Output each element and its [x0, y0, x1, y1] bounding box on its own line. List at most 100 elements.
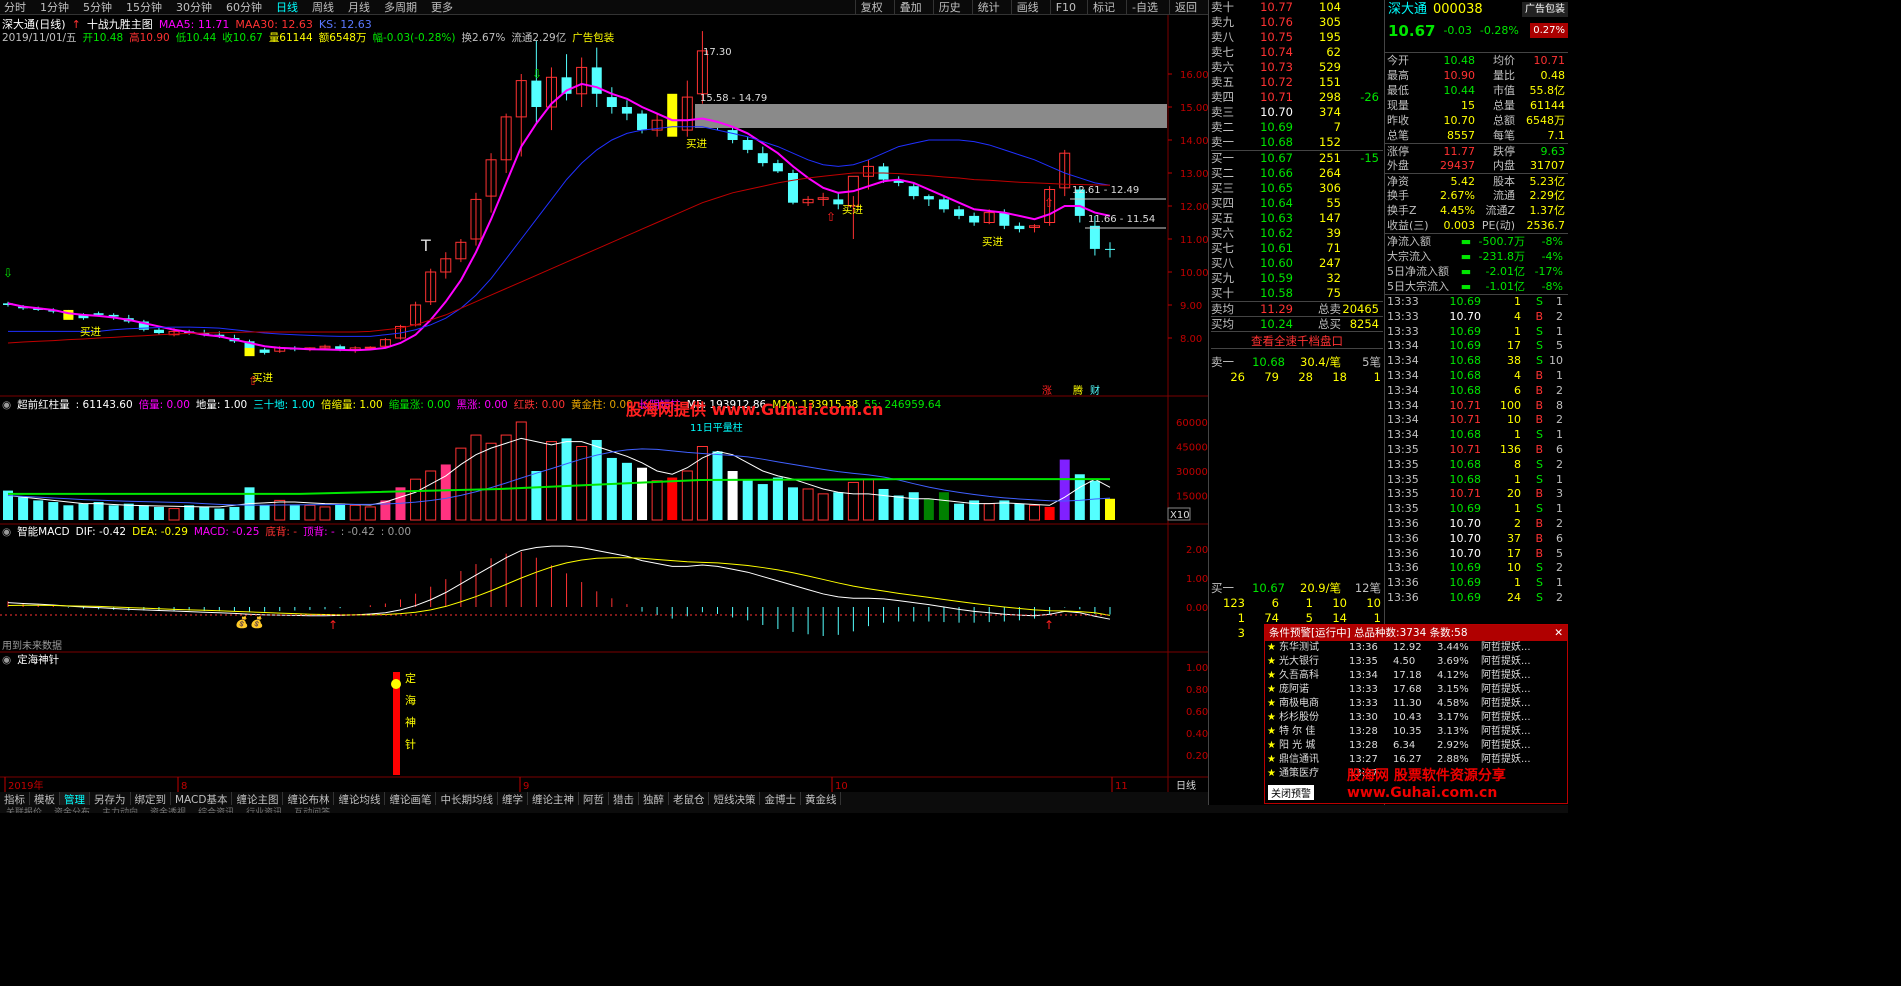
vol-bar: [637, 467, 648, 520]
toolbar-button-6[interactable]: 标记: [1087, 0, 1120, 15]
toolbar-button-4[interactable]: 画线: [1010, 0, 1044, 15]
alert-row[interactable]: ★ 光大银行 13:35 4.50 3.69% 阿哲提妖...: [1265, 655, 1567, 669]
book-row[interactable]: 卖七 10.74 62: [1211, 45, 1383, 60]
indicator-tab-9[interactable]: 缠论画笔: [385, 792, 437, 806]
panel-toggle-icon[interactable]: ◉: [2, 399, 11, 411]
indicator-tab-8[interactable]: 缠论均线: [334, 792, 386, 806]
alert-row[interactable]: ★ 杉杉股份 13:30 10.43 3.17% 阿哲提妖...: [1265, 711, 1567, 725]
info-tab-1[interactable]: 资金分布: [48, 808, 96, 813]
book-row[interactable]: 卖四 10.71 298 -26: [1211, 90, 1383, 105]
indicator-tab-11[interactable]: 缠学: [498, 792, 528, 806]
x10-label[interactable]: X10: [1170, 510, 1190, 521]
ad-tag[interactable]: 广告包装: [1522, 2, 1568, 17]
indicator-tab-6[interactable]: 缠论主图: [232, 792, 284, 806]
info-tab-3[interactable]: 资金透视: [144, 808, 192, 813]
indicator-tab-16[interactable]: 老鼠仓: [669, 792, 710, 806]
period-tab-5[interactable]: 60分钟: [222, 0, 266, 15]
tick-count: 2: [1556, 309, 1563, 323]
close-icon[interactable]: ✕: [1554, 625, 1567, 641]
alert-row[interactable]: ★ 特 尔 佳 13:28 10.35 3.13% 阿哲提妖...: [1265, 725, 1567, 739]
book-row[interactable]: 卖八 10.75 195: [1211, 30, 1383, 45]
indicator-tab-7[interactable]: 缠论布林: [283, 792, 335, 806]
period-tab-1[interactable]: 1分钟: [36, 0, 73, 15]
toolbar-button-7[interactable]: -自选: [1126, 0, 1163, 15]
toolbar-button-5[interactable]: F10: [1049, 0, 1081, 15]
indicator-tab-14[interactable]: 猎击: [609, 792, 639, 806]
book-row[interactable]: 卖一 10.68 152: [1211, 135, 1383, 150]
up-arrow-icon: ↑: [71, 17, 81, 31]
book-row[interactable]: 卖九 10.76 305: [1211, 15, 1383, 30]
book-row[interactable]: 卖十 10.77 104: [1211, 0, 1383, 15]
candle-down: [1014, 225, 1025, 230]
quote-value: 2.67%: [1440, 189, 1475, 202]
toolbar-button-1[interactable]: 叠加: [893, 0, 927, 15]
toolbar-button-0[interactable]: 复权: [854, 0, 888, 15]
book-delta: -15: [1360, 151, 1379, 165]
close-alert-button[interactable]: 关闭预警: [1268, 785, 1314, 800]
panel-toggle-icon[interactable]: ◉: [2, 526, 11, 538]
info-tab-2[interactable]: 主力动向: [96, 808, 144, 813]
quote-row: 今开 10.48 均价 10.71: [1385, 53, 1568, 68]
panel-toggle-icon[interactable]: ◉: [2, 654, 11, 666]
period-tab-3[interactable]: 15分钟: [122, 0, 166, 15]
quote-value: 15: [1461, 99, 1475, 112]
period-tab-8[interactable]: 月线: [344, 0, 374, 15]
star-icon: ★: [1267, 712, 1275, 723]
period-tab-2[interactable]: 5分钟: [79, 0, 116, 15]
indicator-tab-3[interactable]: 另存为: [90, 792, 131, 806]
indicator-tab-15[interactable]: 独醉: [639, 792, 669, 806]
period-tab-10[interactable]: 更多: [427, 0, 457, 15]
indicator-tab-19[interactable]: 黄金线: [801, 792, 842, 806]
book-row[interactable]: 买一 10.67 251 -15: [1211, 151, 1383, 166]
tick-time: 13:33: [1387, 295, 1419, 308]
macd-ding: 顶背: -: [303, 526, 335, 538]
quote-value: 9.63: [1540, 145, 1566, 158]
indicator-tab-5[interactable]: MACD基本: [171, 792, 233, 806]
period-tab-9[interactable]: 多周期: [380, 0, 421, 15]
tick-price: 10.70: [1449, 309, 1482, 323]
period-tab-4[interactable]: 30分钟: [172, 0, 216, 15]
info-tab-5[interactable]: 行业资讯: [240, 808, 288, 813]
book-row[interactable]: 卖五 10.72 151: [1211, 75, 1383, 90]
period-tab-0[interactable]: 分时: [0, 0, 30, 15]
indicator-tab-2[interactable]: 管理: [60, 792, 90, 806]
info-tab-4[interactable]: 综合资讯: [192, 808, 240, 813]
alert-row[interactable]: ★ 阳 光 城 13:28 6.34 2.92% 阿哲提妖...: [1265, 739, 1567, 753]
book-row[interactable]: 买五 10.63 147: [1211, 211, 1383, 226]
alert-row[interactable]: ★ 东华测试 13:36 12.92 3.44% 阿哲提妖...: [1265, 641, 1567, 655]
candle-down: [772, 163, 783, 172]
indicator-tab-0[interactable]: 指标: [0, 792, 30, 806]
book-row[interactable]: 买九 10.59 32: [1211, 271, 1383, 286]
indicator-tab-13[interactable]: 阿哲: [579, 792, 609, 806]
book-row[interactable]: 买七 10.61 71: [1211, 241, 1383, 256]
book-row[interactable]: 买二 10.66 264: [1211, 166, 1383, 181]
indicator-tab-10[interactable]: 中长期均线: [436, 792, 498, 806]
toolbar-button-3[interactable]: 统计: [971, 0, 1005, 15]
indicator-tab-4[interactable]: 绑定到: [131, 792, 171, 806]
toolbar-button-8[interactable]: 返回: [1169, 0, 1202, 15]
period-tab-6[interactable]: 日线: [272, 0, 302, 15]
indicator-tab-12[interactable]: 缠论主神: [528, 792, 579, 806]
book-row[interactable]: 买十 10.58 75: [1211, 286, 1383, 301]
info-tab-6[interactable]: 互动问答: [288, 808, 336, 813]
book-row[interactable]: 卖三 10.70 374: [1211, 105, 1383, 120]
book-row[interactable]: 买六 10.62 39: [1211, 226, 1383, 241]
tick-price: 10.70: [1449, 531, 1482, 545]
book-row[interactable]: 卖二 10.69 7: [1211, 120, 1383, 135]
indicator-tab-17[interactable]: 短线决策: [709, 792, 761, 806]
alert-row[interactable]: ★ 久吾高科 13:34 17.18 4.12% 阿哲提妖...: [1265, 669, 1567, 683]
alert-row[interactable]: ★ 南极电商 13:33 11.30 4.58% 阿哲提妖...: [1265, 697, 1567, 711]
full-depth-link[interactable]: 查看全速千档盘口: [1211, 331, 1383, 349]
indicator-tab-18[interactable]: 金博士: [760, 792, 801, 806]
period-tab-7[interactable]: 周线: [308, 0, 338, 15]
book-row[interactable]: 买四 10.64 55: [1211, 196, 1383, 211]
indicator-tab-1[interactable]: 模板: [30, 792, 60, 806]
toolbar-button-2[interactable]: 历史: [932, 0, 966, 15]
info-tab-0[interactable]: 关联报价: [0, 808, 48, 813]
alert-row[interactable]: ★ 庞阿诺 13:33 17.68 3.15% 阿哲提妖...: [1265, 683, 1567, 697]
book-row[interactable]: 买三 10.65 306: [1211, 181, 1383, 196]
book-row[interactable]: 卖六 10.73 529: [1211, 60, 1383, 75]
book-row[interactable]: 买八 10.60 247: [1211, 256, 1383, 271]
buy-signal-label: 买进: [982, 236, 1003, 248]
vol-item-3: 倍缩量: 1.00: [320, 399, 383, 411]
